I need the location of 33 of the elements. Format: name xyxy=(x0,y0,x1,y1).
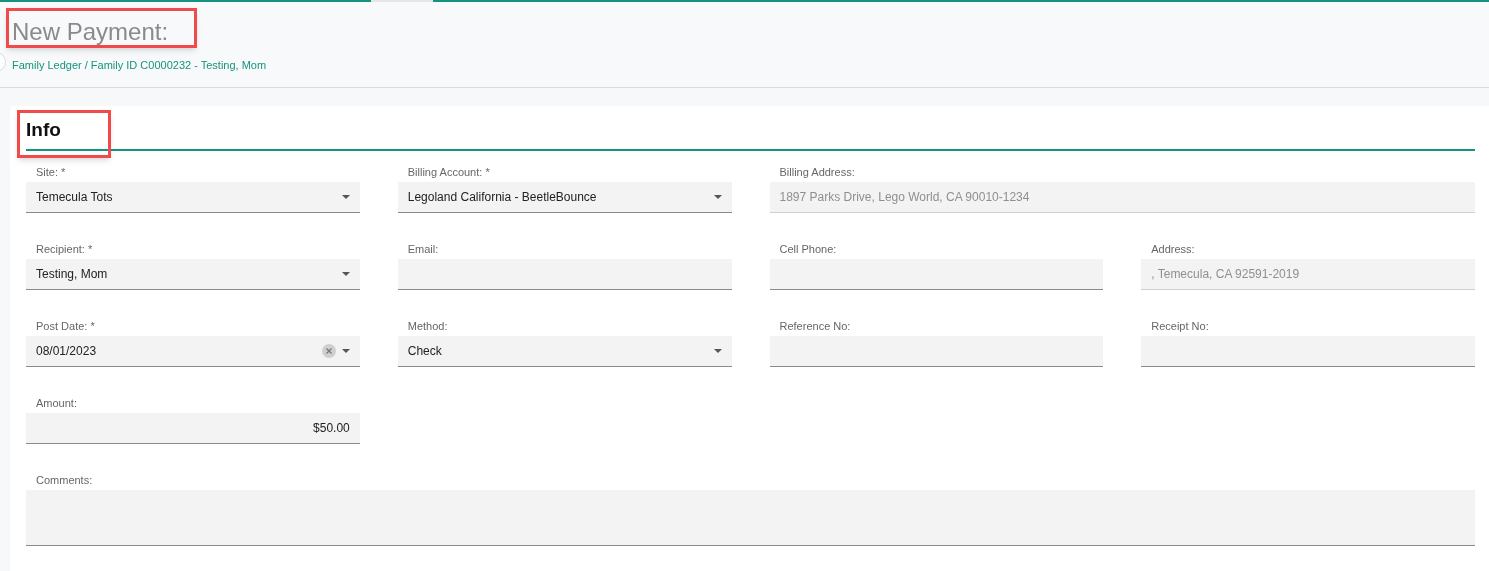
field-label: Reference No: xyxy=(779,319,851,334)
field-label: Address: xyxy=(1151,242,1195,257)
field-label: Email: xyxy=(407,242,439,257)
dropdown[interactable]: Testing, Mom xyxy=(26,259,360,290)
comments-field[interactable] xyxy=(26,490,1475,546)
field-label: Post Date: * xyxy=(36,319,95,334)
dropdown-caret-icon xyxy=(341,195,350,199)
amount-field[interactable]: $50.00 xyxy=(26,413,360,444)
field-label: Method: xyxy=(407,319,448,334)
text-field[interactable] xyxy=(397,259,732,290)
field-label: Billing Address: xyxy=(779,165,855,180)
field-label: Billing Account: * xyxy=(407,165,490,180)
field-label: Receipt No: xyxy=(1151,319,1209,334)
dropdown[interactable]: Legoland California - BeetleBounce xyxy=(397,182,732,213)
breadcrumb-link[interactable]: Family Ledger / Family ID C0000232 - Testing, Mom xyxy=(12,57,1489,74)
field-label: Amount: xyxy=(36,396,77,411)
field-label: Cell Phone: xyxy=(779,242,837,257)
text-field[interactable] xyxy=(1141,336,1475,367)
field-label: Comments: xyxy=(36,473,93,488)
dropdown-caret-icon xyxy=(341,272,350,276)
section-title: Info xyxy=(26,118,61,142)
date-picker[interactable]: 08/01/2023 xyxy=(26,336,360,367)
field-label: Site: * xyxy=(36,165,66,180)
field-label: Recipient: * xyxy=(36,242,93,257)
dropdown-caret-icon xyxy=(713,195,722,199)
dropdown[interactable]: Temecula Tots xyxy=(26,182,360,213)
dropdown-caret-icon xyxy=(341,349,350,353)
text-field[interactable] xyxy=(769,336,1104,367)
dropdown[interactable]: Check xyxy=(397,336,732,367)
text-field[interactable] xyxy=(769,259,1104,290)
page-title: New Payment: xyxy=(12,18,169,46)
dropdown-caret-icon xyxy=(713,349,722,353)
clear-icon[interactable] xyxy=(321,344,336,358)
